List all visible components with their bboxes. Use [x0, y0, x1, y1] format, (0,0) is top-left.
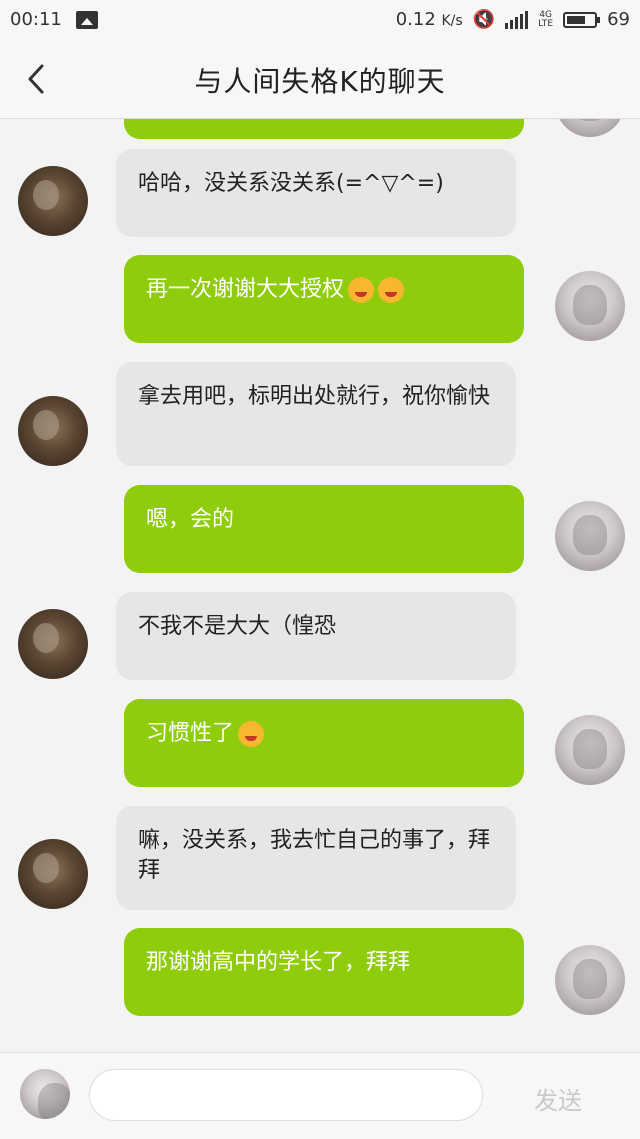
contact-avatar[interactable] — [18, 166, 88, 236]
my-avatar[interactable] — [555, 501, 625, 571]
message-bubble-partial[interactable] — [124, 119, 524, 139]
message-bubble-received[interactable]: 不我不是大大（惶恐 — [116, 592, 516, 680]
status-left: 00:11 — [10, 9, 98, 30]
contact-avatar[interactable] — [18, 839, 88, 909]
mute-icon: 🔇 — [472, 9, 496, 30]
status-right: 0.12 K/s 🔇 4G LTE 69 — [396, 9, 630, 30]
message-bubble-sent[interactable]: 再一次谢谢大大授权 — [124, 255, 524, 343]
message-bubble-received[interactable]: 哈哈，没关系没关系(=^▽^=) — [116, 149, 516, 237]
net-speed: 0.12 K/s — [395, 9, 463, 30]
message-bubble-received[interactable]: 嘛，没关系，我去忙自己的事了，拜拜 — [116, 806, 516, 910]
my-avatar[interactable] — [555, 945, 625, 1015]
kiss-emoji-icon — [378, 277, 405, 303]
message-bubble-sent[interactable]: 那谢谢高中的学长了，拜拜 — [124, 928, 524, 1016]
chat-area[interactable]: 哈哈，没关系没关系(=^▽^=) 再一次谢谢大大授权 拿去用吧，标明出处就行，祝… — [0, 119, 640, 1051]
signal-icon — [505, 10, 529, 29]
page-title: 与人间失格K的聊天 — [194, 65, 446, 98]
battery-icon — [563, 11, 601, 28]
my-avatar[interactable] — [555, 715, 625, 785]
contact-avatar[interactable] — [18, 609, 88, 679]
input-bar: 发送 — [0, 1052, 640, 1139]
my-avatar-partial[interactable] — [555, 119, 625, 137]
message-bubble-sent[interactable]: 习惯性了 — [124, 699, 524, 787]
kiss-emoji-icon — [348, 277, 375, 303]
status-time: 00:11 — [10, 9, 62, 30]
battery-level: 69 — [607, 9, 630, 30]
status-bar: 00:11 0.12 K/s 🔇 4G LTE 69 — [0, 0, 640, 40]
send-button[interactable]: 发送 — [534, 1081, 582, 1116]
nav-bar: 与人间失格K的聊天 — [0, 40, 640, 119]
message-bubble-sent[interactable]: 嗯，会的 — [124, 485, 524, 573]
message-bubble-received[interactable]: 拿去用吧，标明出处就行，祝你愉快 — [116, 362, 516, 466]
image-notification-icon — [75, 10, 98, 29]
network-type: 4G LTE — [538, 9, 554, 29]
crazy-face-emoji-icon — [238, 721, 265, 747]
my-avatar[interactable] — [20, 1069, 70, 1119]
contact-avatar[interactable] — [18, 396, 88, 466]
my-avatar[interactable] — [555, 271, 625, 341]
message-input[interactable] — [89, 1069, 483, 1121]
